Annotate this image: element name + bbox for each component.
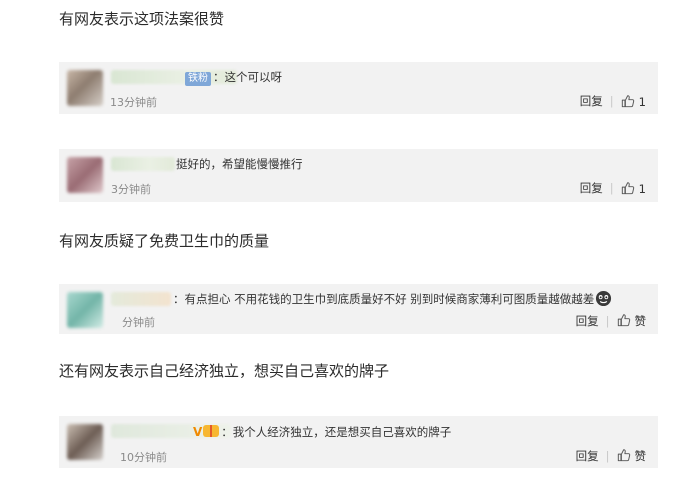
username-blurred[interactable] (111, 157, 175, 171)
thumbs-up-icon (621, 181, 634, 194)
comment-card: V ：我个人经济独立，还是想买自己喜欢的牌子 10分钟前 回复 | 赞 (59, 416, 658, 468)
like-button[interactable]: 1 (621, 181, 646, 196)
comment-body: 挺好的，希望能慢慢推行 (176, 157, 303, 171)
reply-button[interactable]: 回复 (576, 448, 599, 464)
comment-text: 挺好的，希望能慢慢推行 (176, 156, 303, 172)
like-label: 赞 (634, 449, 647, 463)
thumbs-up-icon (617, 314, 630, 327)
section-heading-quality-doubt: 有网友质疑了免费卫生巾的质量 (59, 232, 270, 250)
avatar[interactable] (67, 424, 103, 460)
comment-card: 挺好的，希望能慢慢推行 3分钟前 回复 | 1 (59, 149, 658, 202)
comment-body: ：我个人经济独立，还是想买自己喜欢的牌子 (221, 425, 452, 439)
avatar[interactable] (67, 292, 103, 328)
reply-button[interactable]: 回复 (580, 180, 603, 196)
gift-badge-icon[interactable] (203, 425, 220, 437)
comment-time: 10分钟前 (120, 451, 167, 464)
comment-text: 铁粉 ：这个可以呀 (185, 69, 282, 86)
comment-time: 3分钟前 (111, 183, 151, 196)
avatar[interactable] (67, 70, 103, 106)
comment-actions: 回复 | 1 (580, 93, 646, 109)
comment-body: ：这个可以呀 (213, 70, 282, 84)
like-label: 赞 (634, 314, 647, 328)
comment-actions: 回复 | 赞 (576, 448, 646, 464)
divider: | (609, 181, 614, 195)
comment-text: ：有点担心 不用花钱的卫生巾到底质量好不好 别到时候商家薄利可图质量越做越差 (173, 290, 612, 307)
divider: | (605, 314, 610, 328)
username-blurred[interactable] (111, 292, 171, 306)
comment-actions: 回复 | 1 (580, 180, 646, 196)
divider: | (605, 449, 610, 463)
comment-body: ：有点担心 不用花钱的卫生巾到底质量好不好 别到时候商家薄利可图质量越做越差 (173, 292, 595, 306)
thumbs-up-icon (621, 94, 634, 107)
section-heading-brand-preference: 还有网友表示自己经济独立，想买自己喜欢的牌子 (59, 362, 390, 380)
like-button[interactable]: 1 (621, 94, 646, 109)
fan-badge[interactable]: 铁粉 (185, 72, 211, 86)
comment-time: 分钟前 (122, 316, 155, 329)
like-button[interactable]: 赞 (617, 448, 647, 464)
like-count: 1 (638, 94, 646, 109)
section-heading-praise: 有网友表示这项法案很赞 (59, 10, 225, 28)
laughing-face-icon (596, 290, 612, 307)
comment-card: 铁粉 ：这个可以呀 13分钟前 回复 | 1 (59, 62, 658, 114)
reply-button[interactable]: 回复 (580, 93, 603, 109)
avatar[interactable] (67, 157, 103, 193)
thumbs-up-icon (617, 449, 630, 462)
vip-badge[interactable]: V (193, 425, 202, 439)
reply-button[interactable]: 回复 (576, 313, 599, 329)
divider: | (609, 94, 614, 108)
comment-time: 13分钟前 (110, 96, 157, 109)
like-count: 1 (638, 181, 646, 196)
comment-actions: 回复 | 赞 (576, 313, 646, 329)
comment-card: ：有点担心 不用花钱的卫生巾到底质量好不好 别到时候商家薄利可图质量越做越差 分… (59, 284, 658, 334)
like-button[interactable]: 赞 (617, 313, 647, 329)
comment-text: V ：我个人经济独立，还是想买自己喜欢的牌子 (193, 424, 451, 440)
weibo-comments-article: 有网友表示这项法案很赞 铁粉 ：这个可以呀 13分钟前 回复 | 1 挺好的，希望… (0, 0, 679, 486)
